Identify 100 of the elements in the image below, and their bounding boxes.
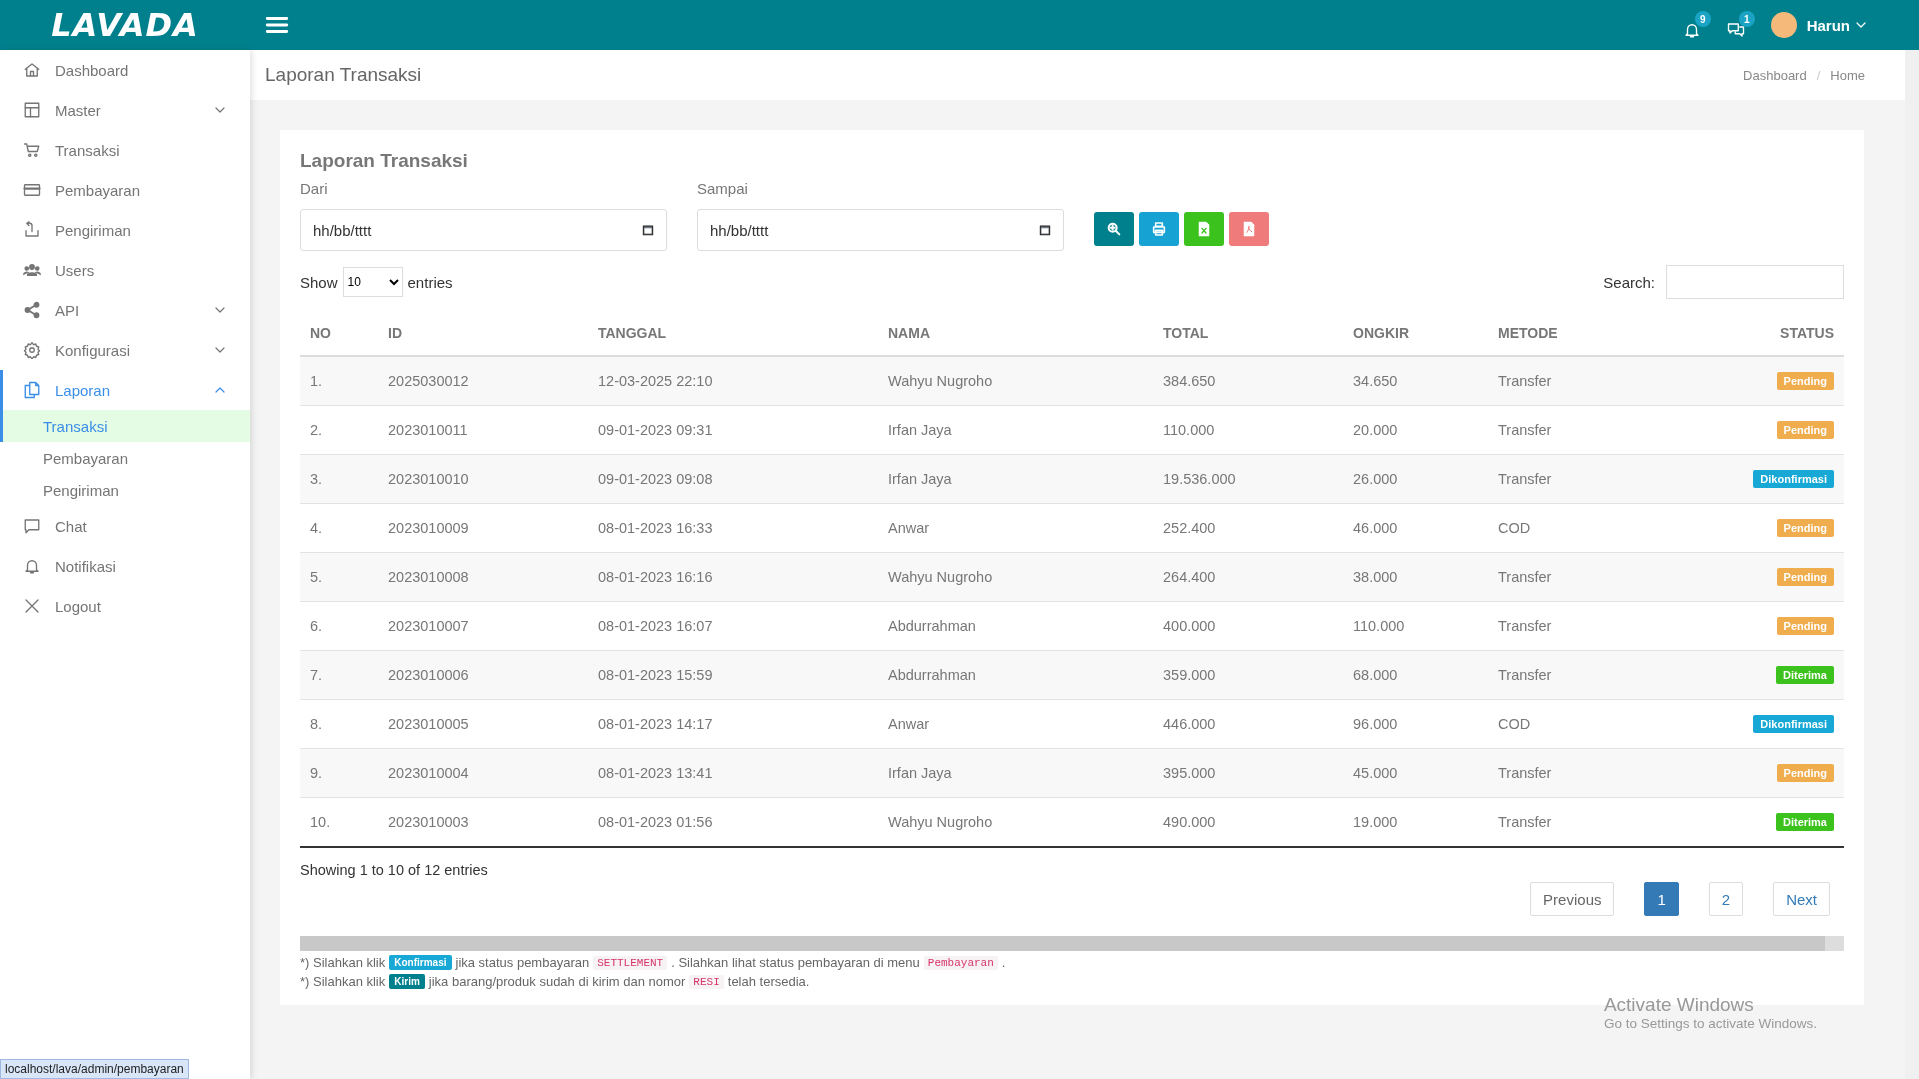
entries-select[interactable]: 10 (342, 267, 403, 297)
date-field[interactable]: hh/bb/tttt (697, 209, 1064, 251)
sidebar-item[interactable]: Master (0, 90, 250, 130)
table-cell: 264.400 (1163, 569, 1216, 585)
table-cell: 2025030012 (388, 373, 469, 389)
pdf-button[interactable] (1229, 212, 1269, 246)
sidebar-item[interactable]: Konfigurasi (0, 330, 250, 370)
table-cell: COD (1498, 520, 1531, 536)
table-cell: Irfan Jaya (888, 765, 952, 781)
table-cell: 19.000 (1353, 814, 1398, 830)
table-cell: 2023010009 (388, 520, 469, 536)
table-cell: Transfer (1498, 814, 1552, 830)
scrollbar[interactable] (1905, 50, 1919, 1079)
excel-file-icon (1196, 221, 1212, 237)
table-cell: Irfan Jaya (888, 422, 952, 438)
submenu-item[interactable]: Pembayaran (0, 442, 250, 474)
notification-count: 9 (1694, 11, 1711, 27)
search-button[interactable] (1094, 212, 1134, 246)
chat-icon (23, 517, 41, 535)
documents-icon (23, 381, 41, 399)
breadcrumb-link[interactable]: Home (1830, 67, 1865, 83)
table-cell: 384.650 (1163, 373, 1216, 389)
home-icon (23, 61, 41, 79)
table-cell: 45.000 (1353, 765, 1398, 781)
table-cell: 490.000 (1163, 814, 1216, 830)
sidebar-item[interactable]: Pengiriman (0, 210, 250, 250)
table-cell: 09-01-2023 09:31 (598, 422, 713, 438)
sidebar-item[interactable]: Dashboard (0, 50, 250, 90)
table-cell: 4. (310, 520, 323, 536)
prev-button[interactable]: Previous (1530, 882, 1615, 916)
table-cell: Transfer (1498, 373, 1552, 389)
sidebar-item[interactable]: API (0, 290, 250, 330)
scrollbar[interactable] (300, 936, 1844, 951)
submenu-item[interactable]: Pengiriman (0, 474, 250, 506)
note-text: telah tersedia. (727, 974, 810, 989)
sidebar-item[interactable]: Transaksi (0, 130, 250, 170)
avatar (1770, 12, 1797, 38)
table-cell: 20.000 (1353, 422, 1398, 438)
date-field[interactable]: hh/bb/tttt (300, 209, 667, 251)
sidebar-item[interactable]: Chat (0, 506, 250, 546)
note-text: *) Silahkan klik (300, 974, 386, 989)
table-cell: 38.000 (1353, 569, 1398, 585)
user-menu[interactable]: Harun (1806, 16, 1869, 34)
table-cell: 08-01-2023 16:07 (598, 618, 713, 634)
table-cell: 08-01-2023 13:41 (598, 765, 713, 781)
table-cell: 2023010010 (388, 471, 469, 487)
status-badge: Pending (1776, 568, 1834, 586)
table-cell: Abdurrahman (888, 618, 976, 634)
page-button[interactable]: 1 (1644, 882, 1679, 916)
table-cell: 1. (310, 373, 323, 389)
entries-label: entries (407, 273, 453, 291)
sidebar-item[interactable]: Logout (0, 586, 250, 626)
submenu-item[interactable]: Transaksi (0, 410, 250, 442)
table-cell: Transfer (1498, 765, 1552, 781)
code-text: SETTLEMENT (593, 955, 668, 970)
users-icon (23, 261, 41, 279)
next-button[interactable]: Next (1773, 882, 1830, 916)
table-cell: 7. (310, 667, 323, 683)
notifications-button[interactable]: 9 (1682, 11, 1711, 39)
bell-icon (1682, 21, 1701, 39)
table-cell: 26.000 (1353, 471, 1398, 487)
table-cell: 08-01-2023 15:59 (598, 667, 713, 683)
close-icon (23, 597, 41, 615)
sidebar-item[interactable]: Pembayaran (0, 170, 250, 210)
table-cell: 400.000 (1163, 618, 1216, 634)
status-badge: Dikonfirmasi (1753, 470, 1834, 488)
table-cell: 395.000 (1163, 765, 1216, 781)
search-field[interactable] (1666, 265, 1844, 299)
table-cell: Wahyu Nugroho (888, 373, 993, 389)
message-count: 1 (1738, 11, 1755, 27)
settings-icon (23, 341, 41, 359)
return-box-icon (23, 221, 41, 239)
logo: LAVADA (50, 6, 200, 44)
table-cell: 12-03-2025 22:10 (598, 373, 713, 389)
breadcrumb-link[interactable]: Dashboard (1743, 67, 1807, 83)
code-text: RESI (689, 974, 724, 989)
print-button[interactable] (1139, 212, 1179, 246)
pdf-file-icon (1241, 221, 1257, 237)
page-button[interactable]: 2 (1708, 882, 1744, 916)
bell-icon (23, 557, 41, 575)
status-badge: Dikonfirmasi (1753, 715, 1834, 733)
excel-button[interactable] (1184, 212, 1224, 246)
table-cell: 10. (310, 814, 331, 830)
sidebar-item[interactable]: Users (0, 250, 250, 290)
show-label: Show (300, 273, 338, 291)
status-badge: Pending (1776, 421, 1834, 439)
note-text: *) Silahkan klik (300, 955, 386, 970)
sidebar-item[interactable]: Notifikasi (0, 546, 250, 586)
table-cell: 2023010006 (388, 667, 469, 683)
table-cell: 08-01-2023 14:17 (598, 716, 713, 732)
table-cell: Transfer (1498, 618, 1552, 634)
table-cell: 2. (310, 422, 323, 438)
credit-card-icon (23, 181, 41, 199)
inline-badge: Konfirmasi (389, 955, 452, 970)
table-cell: 2023010011 (388, 422, 468, 438)
messages-button[interactable]: 1 (1726, 11, 1755, 39)
zoom-in-icon (1106, 221, 1122, 237)
table-cell: 68.000 (1353, 667, 1398, 683)
layout-icon (23, 101, 41, 119)
table-cell: 6. (310, 618, 323, 634)
